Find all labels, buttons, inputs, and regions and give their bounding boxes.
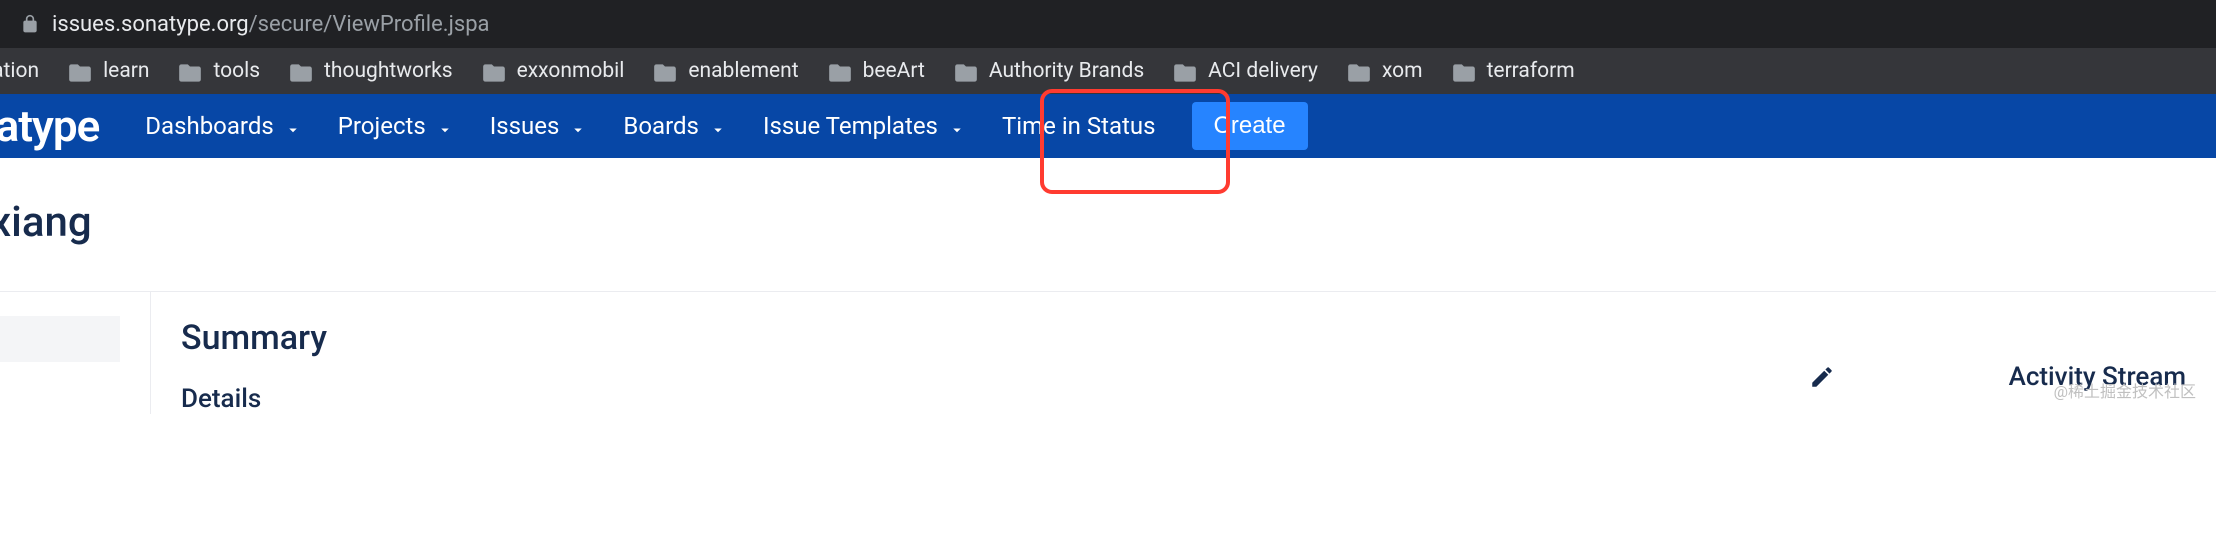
bookmark-item[interactable]: xom (1346, 59, 1423, 83)
nav-label: Issue Templates (763, 112, 938, 140)
bookmark-label: xom (1382, 59, 1423, 83)
page-body: xiang Summary Details Activity Stream @稀… (0, 158, 2216, 414)
bookmark-item[interactable]: thoughtworks (288, 59, 453, 83)
nav-label: Time in Status (1002, 112, 1156, 140)
folder-icon (827, 60, 853, 82)
summary-heading: Summary (181, 318, 2009, 358)
bookmark-label: thoughtworks (324, 59, 453, 83)
bookmark-item[interactable]: enablement (652, 59, 798, 83)
nav-label: Projects (338, 112, 426, 140)
nav-label: Dashboards (145, 112, 273, 140)
bookmark-item[interactable]: Authority Brands (953, 59, 1144, 83)
nav-projects[interactable]: Projects (338, 112, 454, 140)
bookmark-item[interactable]: ACI delivery (1172, 59, 1318, 83)
folder-icon (177, 60, 203, 82)
bookmark-label: ciation (0, 59, 39, 83)
logo[interactable]: natype (0, 100, 99, 152)
main-column: Summary Details (151, 292, 2009, 414)
bookmark-label: enablement (688, 59, 798, 83)
bookmark-label: terraform (1487, 59, 1575, 83)
folder-icon (1451, 60, 1477, 82)
bookmark-label: learn (103, 59, 149, 83)
bookmark-item[interactable]: learn (67, 59, 149, 83)
bookmark-item[interactable]: terraform (1451, 59, 1575, 83)
address-bar: issues.sonatype.org/secure/ViewProfile.j… (0, 0, 2216, 48)
watermark: @稀土掘金技术社区 (2054, 378, 2196, 402)
bookmark-label: exxonmobil (517, 59, 625, 83)
folder-icon (481, 60, 507, 82)
url-text[interactable]: issues.sonatype.org/secure/ViewProfile.j… (52, 12, 490, 37)
nav-issues[interactable]: Issues (490, 112, 588, 140)
create-button[interactable]: Create (1192, 102, 1308, 150)
sidebar (0, 292, 150, 414)
pencil-icon[interactable] (1809, 364, 1835, 394)
bookmark-label: tools (213, 59, 260, 83)
content-row: Summary Details Activity Stream (0, 292, 2216, 414)
folder-icon (1172, 60, 1198, 82)
bookmark-label: ACI delivery (1208, 59, 1318, 83)
bookmark-label: beeArt (863, 59, 925, 83)
nav-boards[interactable]: Boards (623, 112, 727, 140)
bookmark-item[interactable]: beeArt (827, 59, 925, 83)
nav-label: Issues (490, 112, 560, 140)
folder-icon (67, 60, 93, 82)
nav-label: Boards (623, 112, 699, 140)
folder-icon (288, 60, 314, 82)
bookmark-label: Authority Brands (989, 59, 1144, 83)
jira-nav: natype Dashboards Projects Issues Boards… (0, 94, 2216, 158)
chevron-down-icon (284, 117, 302, 135)
bookmark-item[interactable]: exxonmobil (481, 59, 625, 83)
sidebar-tab-active[interactable] (0, 316, 120, 362)
bookmark-item[interactable]: tools (177, 59, 260, 83)
page-title: xiang (0, 198, 2216, 247)
details-heading: Details (181, 384, 2009, 414)
nav-time-in-status[interactable]: Time in Status (1002, 112, 1156, 140)
chevron-down-icon (948, 117, 966, 135)
chevron-down-icon (569, 117, 587, 135)
bookmark-item[interactable]: ciation (0, 59, 39, 83)
chevron-down-icon (436, 117, 454, 135)
folder-icon (652, 60, 678, 82)
bookmarks-bar: ciation learn tools thoughtworks exxonmo… (0, 48, 2216, 94)
folder-icon (953, 60, 979, 82)
chevron-down-icon (709, 117, 727, 135)
lock-icon (20, 14, 40, 34)
nav-dashboards[interactable]: Dashboards (145, 112, 301, 140)
folder-icon (1346, 60, 1372, 82)
url-path: /secure/ViewProfile.jspa (249, 12, 490, 37)
url-host: issues.sonatype.org (52, 12, 249, 37)
nav-issue-templates[interactable]: Issue Templates (763, 112, 966, 140)
